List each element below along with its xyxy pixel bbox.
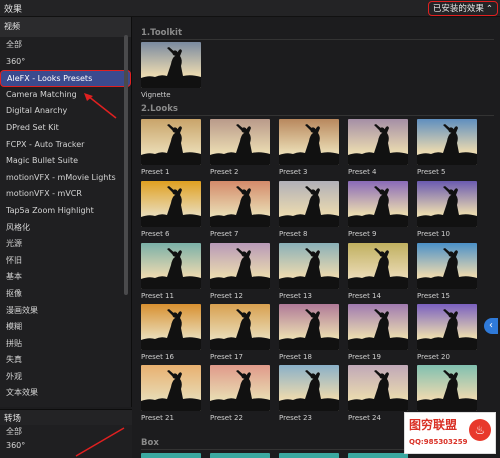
sidebar-item[interactable]: 360° <box>0 54 131 71</box>
effect-thumbnail-preset[interactable] <box>348 243 408 289</box>
section-title-box: Box <box>141 438 159 448</box>
sidebar-item[interactable]: motionVFX - mMovie Lights <box>0 170 131 187</box>
sidebar-item[interactable]: 外观 <box>0 369 131 386</box>
effect-thumbnail-preset[interactable] <box>210 243 270 289</box>
effect-label: Preset 5 <box>417 168 446 176</box>
effect-label: Vignette <box>141 91 171 99</box>
effect-label: Preset 7 <box>210 230 239 238</box>
effect-thumbnail-preset[interactable] <box>417 243 477 289</box>
effect-thumbnail-box[interactable] <box>279 453 339 458</box>
effect-thumbnail-preset[interactable] <box>279 181 339 227</box>
annotation-arrow <box>75 427 125 457</box>
effect-thumbnail-preset[interactable] <box>417 181 477 227</box>
sidebar-item[interactable]: 光源 <box>0 236 131 253</box>
effect-thumbnail-preset[interactable] <box>348 181 408 227</box>
effect-thumbnail-preset[interactable] <box>210 365 270 411</box>
effect-label: Preset 12 <box>210 292 243 300</box>
effect-thumbnail-preset[interactable] <box>348 304 408 350</box>
sidebar-item[interactable]: 模糊 <box>0 319 131 336</box>
effect-thumbnail-preset[interactable] <box>210 304 270 350</box>
watermark-title: 图穷联盟 <box>409 418 458 432</box>
effect-label: Preset 2 <box>210 168 239 176</box>
sidebar-item[interactable]: DPred Set Kit <box>0 120 131 137</box>
effect-label: Preset 24 <box>348 414 381 422</box>
effect-label: Preset 8 <box>279 230 308 238</box>
effect-thumbnail-preset[interactable] <box>417 119 477 165</box>
installed-effects-dropdown[interactable]: 已安装的效果 ⌃ <box>427 1 498 16</box>
effect-thumbnail-preset[interactable] <box>141 304 201 350</box>
section-title-toolkit: 1.Toolkit <box>141 28 183 38</box>
effect-thumbnail-preset[interactable] <box>141 181 201 227</box>
effect-label: Preset 16 <box>141 353 174 361</box>
effect-thumbnail-box[interactable] <box>348 453 408 458</box>
effect-label: Preset 17 <box>210 353 243 361</box>
annotation-arrow <box>84 93 117 119</box>
effect-label: Preset 23 <box>279 414 312 422</box>
effect-label: Preset 6 <box>141 230 170 238</box>
transitions-title: 转场 <box>0 410 132 425</box>
effect-thumbnail-box[interactable] <box>210 453 270 458</box>
watermark-logo: 图穷联盟 QQ:985303259 ♨ <box>404 412 496 454</box>
effect-label: Preset 14 <box>348 292 381 300</box>
effect-thumbnail-preset[interactable] <box>348 365 408 411</box>
flame-icon: ♨ <box>469 419 491 441</box>
section-divider <box>141 115 494 116</box>
dropdown-label: 已安装的效果 <box>432 3 484 14</box>
effect-thumbnail-preset[interactable] <box>141 119 201 165</box>
effect-label: Preset 13 <box>279 292 312 300</box>
effect-label: Preset 20 <box>417 353 450 361</box>
effect-thumbnail-preset[interactable] <box>210 119 270 165</box>
chevron-left-icon[interactable]: ‹ <box>484 318 498 334</box>
effect-thumbnail-preset[interactable] <box>210 181 270 227</box>
sidebar-item[interactable]: Tap5a Zoom Highlight <box>0 203 131 220</box>
effect-thumbnail-preset[interactable] <box>279 119 339 165</box>
effect-label: Preset 9 <box>348 230 377 238</box>
section-divider <box>141 39 494 40</box>
effects-title: 效果 <box>4 5 23 15</box>
sidebar-item[interactable]: motionVFX - mVCR <box>0 186 131 203</box>
sidebar-item[interactable]: Magic Bullet Suite <box>0 153 131 170</box>
effect-label: Preset 3 <box>279 168 308 176</box>
effect-thumbnail-preset[interactable] <box>141 243 201 289</box>
sidebar-item[interactable]: 失真 <box>0 352 131 369</box>
sidebar-item[interactable]: 全部 <box>0 37 131 54</box>
effects-browser-header: 效果 已安装的效果 ⌃ <box>0 0 500 17</box>
effects-category-sidebar: 视频 全部 360° AleFX - Looks Presets Camera Mat… <box>0 17 132 407</box>
sidebar-item[interactable]: 拼贴 <box>0 336 131 353</box>
effect-thumbnail-preset[interactable] <box>279 304 339 350</box>
watermark-subtitle: QQ:985303259 <box>409 438 468 446</box>
effect-label: Preset 22 <box>210 414 243 422</box>
effect-thumbnail-box[interactable] <box>141 453 201 458</box>
category-header-video: 视频 <box>0 17 131 37</box>
sidebar-item[interactable]: 文本效果 <box>0 385 131 402</box>
effect-label: Preset 19 <box>348 353 381 361</box>
effect-label: Preset 21 <box>141 414 174 422</box>
sidebar-item[interactable]: 怀旧 <box>0 253 131 270</box>
section-title-looks: 2.Looks <box>141 104 178 114</box>
sidebar-scrollbar[interactable] <box>124 35 128 295</box>
effect-label: Preset 11 <box>141 292 174 300</box>
effect-label: Preset 10 <box>417 230 450 238</box>
effect-thumbnail-vignette[interactable] <box>141 42 201 88</box>
effect-thumbnail-preset[interactable] <box>141 365 201 411</box>
effect-thumbnail-preset[interactable] <box>417 365 477 411</box>
sidebar-item[interactable]: FCPX - Auto Tracker <box>0 137 131 154</box>
effect-thumbnail-preset[interactable] <box>279 365 339 411</box>
effect-label: Preset 18 <box>279 353 312 361</box>
effect-label: Preset 4 <box>348 168 377 176</box>
sidebar-item[interactable]: 抠像 <box>0 286 131 303</box>
effect-thumbnail-preset[interactable] <box>348 119 408 165</box>
sidebar-item[interactable]: AleFX - Looks Presets <box>0 70 131 87</box>
sidebar-item[interactable]: 漫画效果 <box>0 303 131 320</box>
effects-grid: 1.Toolkit 2.Looks Box Vignette Preset 1 Pr… <box>136 17 500 458</box>
effect-label: Preset 1 <box>141 168 170 176</box>
sidebar-item[interactable]: 风格化 <box>0 220 131 237</box>
sidebar-item[interactable]: 基本 <box>0 269 131 286</box>
chevron-updown-icon: ⌃ <box>485 3 493 14</box>
effect-thumbnail-preset[interactable] <box>417 304 477 350</box>
effect-thumbnail-preset[interactable] <box>279 243 339 289</box>
effect-label: Preset 15 <box>417 292 450 300</box>
